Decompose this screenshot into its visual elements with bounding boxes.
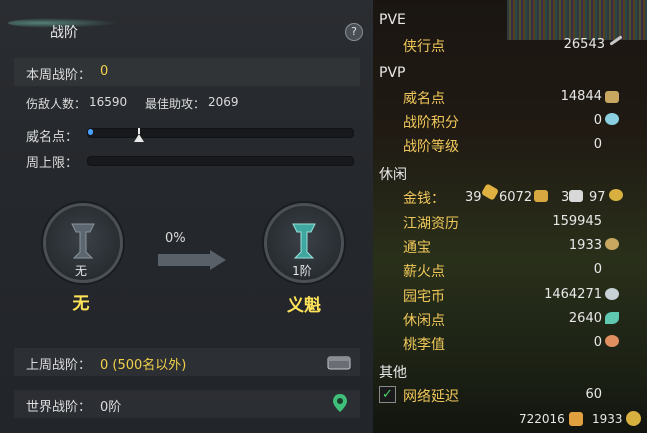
crystal-icon: [605, 113, 619, 125]
pvp-label-2: 战阶等级: [403, 139, 459, 155]
latency-checkbox[interactable]: ✓: [379, 386, 396, 403]
currency-panel: PVE 侠行点 26543 PVP 威名点 14844 战阶积分 0 战阶等级 …: [373, 0, 647, 433]
money-label: 金钱：: [403, 191, 445, 207]
pve-label-0: 侠行点: [403, 39, 445, 55]
prestige-progress-fill: [88, 129, 93, 135]
next-medal-rank: 1阶: [292, 264, 312, 278]
last-week-label: 上周战阶：: [26, 358, 92, 373]
pve-value-0: 26543: [563, 37, 605, 52]
gold-ingot-icon: [605, 91, 619, 103]
last-week-value: 0 (500名以外): [100, 358, 187, 373]
latency-label: 网络延迟: [403, 389, 459, 405]
panel-title: 战阶: [50, 25, 78, 41]
help-icon[interactable]: ?: [345, 23, 363, 41]
leisure-value-1: 1933: [568, 238, 602, 253]
leisure-label-5: 桃李值: [403, 337, 445, 353]
leisure-value-2: 0: [593, 262, 602, 277]
leisure-label-2: 薪火点: [403, 264, 445, 280]
location-icon[interactable]: [332, 393, 348, 413]
footer-right-value: 1933: [592, 412, 623, 426]
world-rank-value: 0阶: [100, 400, 122, 415]
flag-icon: [569, 412, 583, 426]
footer-left-value: 722016: [519, 412, 565, 426]
weekly-rank-value: 0: [100, 64, 109, 79]
prestige-label: 威名点：: [26, 130, 79, 145]
leaf-icon: [605, 312, 619, 324]
weekly-rank-label: 本周战阶：: [26, 68, 92, 83]
pvp-label-1: 战阶积分: [403, 115, 459, 131]
leisure-value-3: 1464271: [544, 287, 602, 302]
leisure-label-3: 园宅币: [403, 289, 445, 305]
current-medal-name: 无: [72, 294, 90, 314]
chest-icon[interactable]: [327, 354, 351, 370]
leisure-label-0: 江湖资历: [403, 216, 459, 232]
spiral-icon: [605, 288, 619, 300]
silver-icon: [534, 190, 548, 202]
next-medal-name: 义魁: [287, 296, 321, 316]
enemies-value: 16590: [89, 95, 128, 109]
latency-value: 60: [585, 387, 602, 402]
rank-panel: 战阶 ? 本周战阶： 0 伤敌人数： 16590 最佳助攻： 2069 威名点：…: [0, 0, 373, 433]
section-pve: PVE: [379, 12, 406, 28]
leisure-label-1: 通宝: [403, 240, 431, 256]
leisure-label-4: 休闲点: [403, 313, 445, 329]
token-icon: [605, 238, 619, 250]
coin-icon: [609, 189, 623, 201]
weekly-cap-progress-bar: [87, 156, 354, 166]
money-gold: 39: [465, 190, 482, 205]
best-assist-label: 最佳助攻：: [145, 97, 206, 111]
enemies-label: 伤敌人数：: [26, 97, 87, 111]
prestige-progress-bar: [87, 128, 354, 138]
prestige-marker-arrow: [134, 134, 144, 142]
leisure-value-4: 2640: [568, 311, 602, 326]
cup-icon: [626, 411, 641, 426]
pvp-label-0: 威名点: [403, 91, 445, 107]
pvp-value-2: 0: [593, 137, 602, 152]
money-silver: 6072: [499, 190, 533, 205]
weekly-cap-label: 周上限：: [26, 156, 79, 171]
best-assist-value: 2069: [208, 95, 239, 109]
world-rank-label: 世界战阶：: [26, 400, 92, 415]
current-medal-rank: 无: [74, 264, 87, 278]
section-pvp: PVP: [379, 65, 406, 81]
leisure-value-0: 159945: [552, 214, 602, 229]
progress-percent: 0%: [165, 231, 186, 246]
pvp-value-1: 0: [593, 113, 602, 128]
leisure-value-5: 0: [593, 335, 602, 350]
section-other: 其他: [379, 365, 407, 381]
section-leisure: 休闲: [379, 167, 407, 183]
money-copper-b: 97: [589, 190, 606, 205]
silver-icon: [569, 190, 583, 202]
pvp-value-0: 14844: [560, 89, 602, 104]
peach-icon: [605, 335, 619, 347]
progress-arrow-icon: [158, 250, 226, 270]
